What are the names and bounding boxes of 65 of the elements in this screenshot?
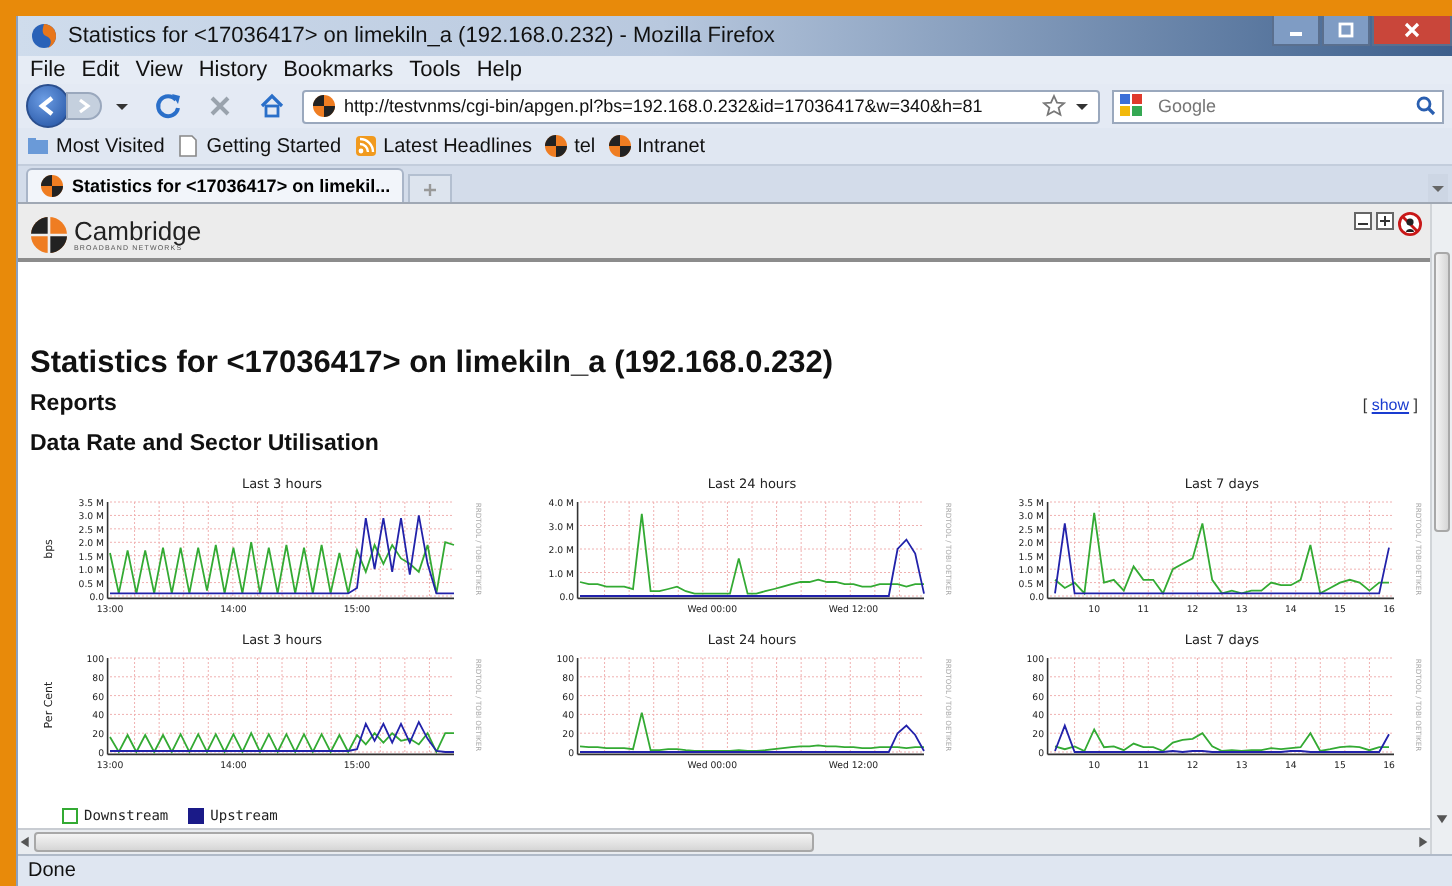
dropdown-icon[interactable]	[114, 98, 130, 114]
search-field[interactable]: Google	[1112, 89, 1444, 123]
page-heading: Statistics for <17036417> on limekiln_a (192.168.0.232)	[30, 344, 836, 382]
logo-icon	[30, 216, 68, 254]
site-logo-icon	[312, 94, 336, 118]
bracket-text: ]	[1413, 395, 1418, 413]
y-axis	[106, 657, 109, 756]
smart-folder-icon	[26, 134, 50, 158]
address-field[interactable]: http://testvnms/cgi-bin/apgen.pl?bs=192.168.0.232&id=17036417&w=340&h=81	[302, 89, 1100, 123]
dropdown-icon[interactable]	[1074, 98, 1090, 114]
home-icon[interactable]	[258, 92, 286, 120]
y-axis	[576, 657, 579, 756]
scrollbar-thumb[interactable]	[1434, 252, 1450, 532]
menu-item[interactable]: View	[135, 58, 183, 82]
bookmark-item[interactable]: Intranet	[607, 134, 706, 158]
y-axis	[106, 501, 109, 600]
minimize-button[interactable]	[1272, 16, 1320, 46]
section-heading: Reports	[30, 390, 117, 420]
bracket-text: [	[1362, 395, 1368, 413]
bookmark-item[interactable]: Most Visited	[26, 134, 165, 158]
reload-icon[interactable]	[154, 92, 182, 120]
page-icon	[176, 134, 201, 158]
search-icon[interactable]	[1416, 96, 1436, 116]
bookmark-item[interactable]: Getting Started	[176, 134, 342, 158]
window-title: Statistics for <17036417> on limekiln_a (192.168.0.232) - Mozilla Firefox	[68, 24, 775, 48]
horizontal-scrollbar[interactable]	[18, 828, 1430, 854]
minimize-icon[interactable]	[1354, 212, 1372, 230]
y-axis	[576, 501, 579, 600]
menu-item[interactable]: Tools	[409, 58, 461, 82]
vertical-scrollbar[interactable]	[1430, 204, 1452, 854]
close-icon	[1404, 22, 1420, 38]
search-engine-icon[interactable]	[1118, 92, 1146, 120]
scrollbar-thumb[interactable]	[34, 832, 814, 852]
show-link[interactable]: show	[1371, 395, 1410, 413]
bookmark-item[interactable]: tel	[544, 134, 596, 158]
status-text: Done	[28, 860, 76, 882]
caret-icon	[1432, 182, 1444, 194]
site-logo-icon	[40, 174, 64, 198]
site-logo-icon	[544, 134, 569, 158]
browser-logo-icon	[30, 22, 58, 50]
plus-icon	[422, 181, 439, 197]
menu-item[interactable]: Edit	[81, 58, 120, 82]
site-logo-icon	[607, 134, 632, 158]
feed-icon	[353, 134, 378, 158]
menu-item[interactable]: History	[198, 58, 268, 82]
y-axis	[1046, 501, 1049, 600]
blocked-icon[interactable]	[1398, 212, 1422, 236]
section-heading: Data Rate and Sector Utilisation	[30, 430, 381, 460]
menu-item[interactable]: Bookmarks	[283, 58, 394, 82]
close-button[interactable]	[1372, 16, 1452, 46]
scroll-down-icon[interactable]	[1434, 810, 1450, 826]
star-icon[interactable]	[1042, 94, 1066, 118]
menu-item[interactable]: File	[30, 58, 66, 82]
tab-list-button[interactable]	[1428, 174, 1448, 202]
menu-item[interactable]: Help	[476, 58, 522, 82]
browser-tab[interactable]: Statistics for <17036417> on limekil...	[26, 168, 405, 202]
y-axis	[1046, 657, 1049, 756]
maximize-button[interactable]	[1322, 16, 1370, 46]
scroll-right-icon[interactable]	[1414, 834, 1430, 850]
maximize-icon	[1338, 22, 1354, 38]
logo-name: Cambridge	[74, 217, 202, 243]
expand-icon[interactable]	[1376, 212, 1394, 230]
bookmark-item[interactable]: Latest Headlines	[353, 134, 533, 158]
back-button[interactable]	[26, 84, 70, 128]
scroll-left-icon[interactable]	[18, 834, 34, 850]
